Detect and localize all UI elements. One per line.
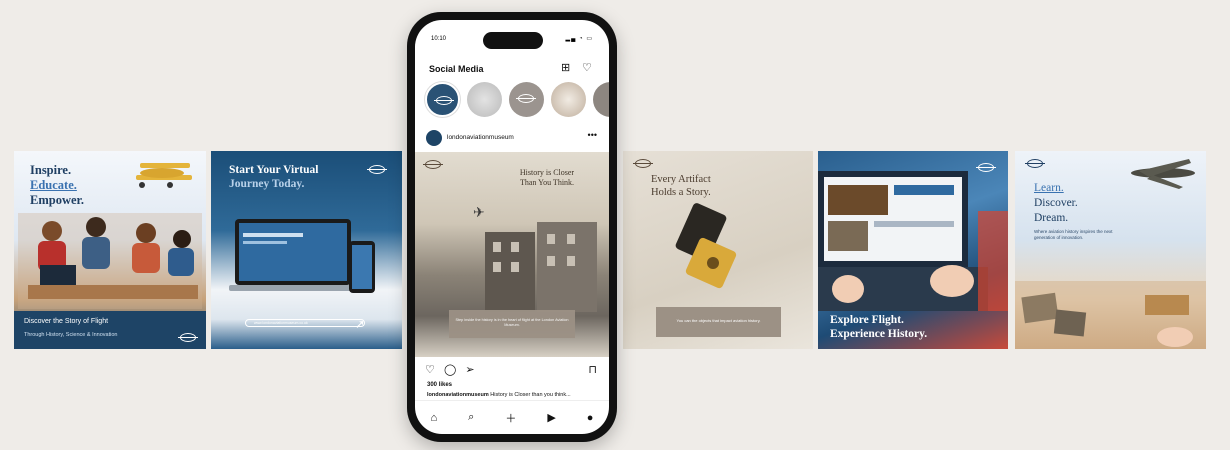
museum-logo-icon <box>1025 159 1045 168</box>
reels-icon[interactable]: ▶ <box>547 411 555 424</box>
more-icon[interactable]: ••• <box>588 130 597 140</box>
post-tile-virtual-journey[interactable]: Start Your Virtual Journey Today. www.lo… <box>211 151 402 349</box>
students-illustration <box>18 213 202 309</box>
search-icon[interactable]: ⌕ <box>468 411 474 424</box>
band-title: Discover the Story of Flight <box>24 318 109 325</box>
laptop-hands-illustration <box>818 171 1008 311</box>
laptop-phone-mockup <box>229 219 375 293</box>
post-tile-inspire[interactable]: Inspire. Educate. Empower. Discover the … <box>14 151 206 349</box>
story-avatar[interactable] <box>509 82 544 117</box>
tile-subtitle: Where aviation history inspires the next… <box>1034 229 1113 240</box>
like-icon[interactable]: ♡ <box>425 364 435 376</box>
feed-post-image[interactable]: History is Closer Than You Think. ✈ Step… <box>415 152 609 357</box>
share-icon[interactable]: ➢ <box>465 364 474 376</box>
tile-caption: You can the objects that impact aviation… <box>656 307 781 337</box>
photos-desk-illustration <box>1015 281 1206 349</box>
website-url[interactable]: www.londonaviationmuseum.co.uk <box>245 319 365 327</box>
bookmark-icon[interactable]: ⊓ <box>588 363 597 376</box>
post-tile-explore[interactable]: Explore Flight. Experience History. <box>818 151 1008 349</box>
caption-user[interactable]: londonaviationmuseum <box>427 392 489 398</box>
status-time: 10:10 <box>431 36 447 42</box>
comment-icon[interactable]: ◯ <box>444 364 456 376</box>
museum-logo-icon <box>423 160 443 169</box>
account-avatar[interactable] <box>426 130 442 146</box>
biplane-illustration <box>136 163 192 188</box>
tile-headline: Explore Flight. Experience History. <box>830 314 928 340</box>
story-avatar[interactable] <box>593 82 609 117</box>
bottom-nav: ⌂ ⌕ ＋ ▶ ● <box>415 400 609 434</box>
phone-screen: 10:10 ▂▄ ◔ ▭ Social Media ⊞ ♡ londonavia… <box>415 20 609 434</box>
story-avatar[interactable] <box>425 82 460 117</box>
buildings-illustration <box>485 222 597 312</box>
story-avatar[interactable] <box>467 82 502 117</box>
post-tile-learn[interactable]: Learn. Discover. Dream. Where aviation h… <box>1015 151 1206 349</box>
caption-text: History is Closer than you think... <box>490 392 571 398</box>
medal-case-illustration <box>675 203 737 289</box>
museum-logo-icon <box>633 159 653 168</box>
post-tile-artifact[interactable]: Every Artifact Holds a Story. You can th… <box>623 151 813 349</box>
status-icons: ▂▄ ◔ ▭ <box>565 36 593 42</box>
post-caption-box: Step inside the history is in the heart … <box>449 310 575 338</box>
cursor-icon: ➚ <box>355 317 366 331</box>
account-name[interactable]: londonaviationmuseum <box>447 134 514 141</box>
tile-headline: Every Artifact Holds a Story. <box>651 174 711 198</box>
add-icon[interactable]: ＋ <box>505 410 516 426</box>
phone-mockup: 10:10 ▂▄ ◔ ▭ Social Media ⊞ ♡ londonavia… <box>407 12 617 442</box>
tile-band: Discover the Story of Flight Through His… <box>14 311 206 349</box>
app-title: Social Media <box>429 64 484 74</box>
likes-count: 300 likes <box>427 382 453 388</box>
tile-headline: Inspire. Educate. Empower. <box>30 163 85 207</box>
post-caption: londonaviationmuseum History is Closer t… <box>427 392 571 398</box>
spitfire-illustration <box>1131 159 1195 189</box>
post-actions: ♡ ◯ ➢ <box>425 363 481 376</box>
dynamic-island <box>483 32 543 49</box>
museum-logo-icon <box>434 96 454 105</box>
museum-logo-icon <box>367 165 387 174</box>
tile-headline: Start Your Virtual Journey Today. <box>229 164 319 190</box>
museum-logo-icon <box>178 333 198 342</box>
profile-icon[interactable]: ● <box>587 412 594 424</box>
tile-headline: Learn. Discover. Dream. <box>1034 182 1078 224</box>
museum-logo-icon <box>516 94 536 103</box>
story-avatar[interactable] <box>551 82 586 117</box>
heart-icon[interactable]: ♡ <box>582 61 592 74</box>
post-headline: History is Closer Than You Think. <box>519 168 575 187</box>
home-icon[interactable]: ⌂ <box>431 412 438 424</box>
band-subtitle: Through History, Science & Innovation <box>24 332 118 338</box>
plus-square-icon[interactable]: ⊞ <box>561 61 570 74</box>
